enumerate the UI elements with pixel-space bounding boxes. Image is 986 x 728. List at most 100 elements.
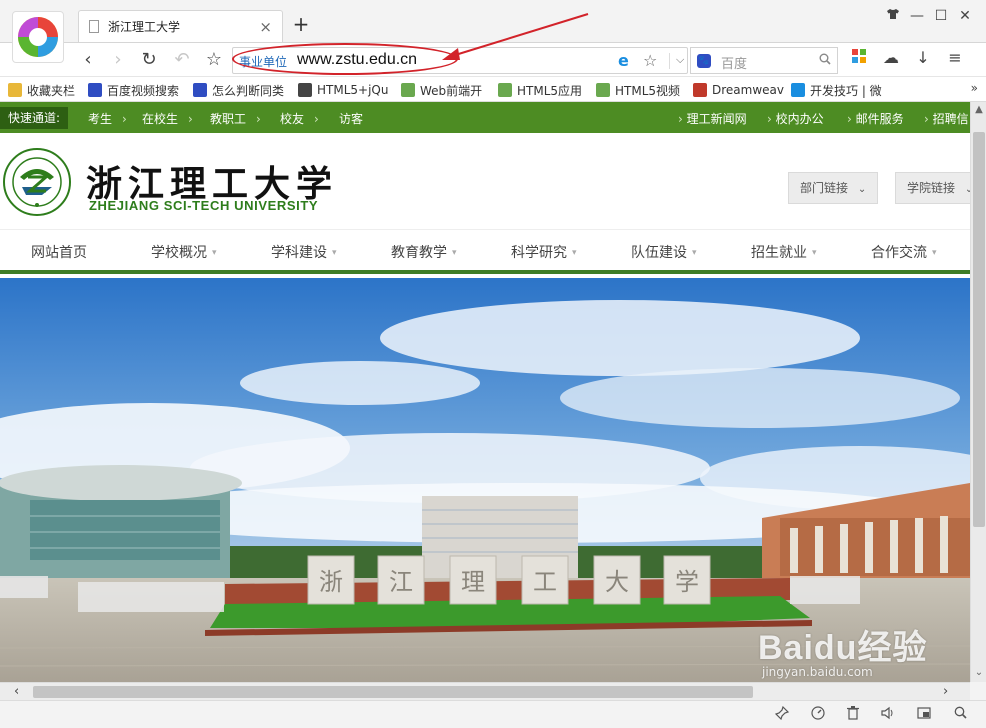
scroll-up-icon[interactable]: ▲ [971, 104, 986, 115]
close-window-button[interactable]: ✕ [954, 8, 976, 24]
zoom-icon[interactable] [950, 706, 970, 723]
speed-icon[interactable] [808, 706, 828, 724]
bookmark-item[interactable]: 收藏夹栏 [8, 81, 75, 99]
caret-down-icon: ▾ [932, 248, 937, 258]
quick-right-link[interactable]: › 招聘信 [924, 110, 969, 127]
horizontal-scroll-thumb[interactable] [33, 686, 753, 698]
stone-block: 江 [377, 555, 425, 605]
bookmark-item[interactable]: 百度视频搜索 [88, 81, 179, 99]
school-name-en[interactable]: ZHEJIANG SCI-TECH UNIVERSITY [89, 198, 318, 213]
quick-link[interactable]: 教职工 › [210, 110, 261, 127]
bookmark-item[interactable]: Web前端开 [401, 81, 482, 99]
tab-title: 浙江理工大学 [108, 20, 181, 34]
chevron-right-icon: › [924, 112, 933, 126]
ji-icon [401, 83, 415, 97]
ji-icon [498, 83, 512, 97]
bookmark-item[interactable]: HTML5+jQu [298, 81, 388, 99]
main-nav-item[interactable]: 学校概况 ▾ [151, 242, 217, 262]
vertical-scroll-thumb[interactable] [973, 132, 985, 527]
college-links-dropdown[interactable]: 学院链接 ⌄ [895, 172, 970, 204]
browser-tab[interactable]: 浙江理工大学 × [78, 10, 283, 42]
quick-link[interactable]: 访客 [339, 110, 363, 127]
bookmark-label: HTML5视频 [615, 83, 681, 98]
main-nav-item[interactable]: 科学研究 ▾ [511, 242, 577, 262]
bookmark-item[interactable]: 开发技巧 | 微 [791, 81, 882, 99]
51-icon [298, 83, 312, 97]
quick-link-label: 校友 [280, 112, 305, 126]
new-tab-button[interactable]: + [290, 12, 312, 36]
quick-right-link[interactable]: › 邮件服务 [847, 110, 904, 127]
bookmark-item[interactable]: Dreamweav [693, 81, 784, 99]
window-icon[interactable] [914, 706, 934, 724]
bookmark-label: HTML5应用 [517, 83, 583, 98]
cloud-icon[interactable]: ☁ [880, 48, 902, 67]
annotation-arrow [442, 13, 589, 60]
pin-icon[interactable] [772, 705, 792, 724]
web-page: 快速通道: 考生 › 在校生 › 教职工 › 校友 › 访客 › 理工新闻网 › 校内办公 › 邮件服… [0, 102, 970, 682]
bookmark-label: Dreamweav [712, 83, 784, 97]
ie-mode-icon[interactable]: e [618, 51, 629, 70]
favorite-button[interactable]: ☆ [202, 48, 226, 72]
search-input[interactable]: 百度 [721, 53, 747, 72]
main-nav-item[interactable]: 网站首页 [31, 242, 87, 262]
horizontal-scrollbar[interactable]: ‹ › [0, 682, 970, 700]
undo-close-button[interactable]: ↶ [170, 48, 194, 72]
main-nav-item[interactable]: 招生就业 ▾ [751, 242, 817, 262]
caret-down-icon: ▾ [452, 248, 457, 258]
search-box[interactable]: 🐾 百度 [690, 47, 838, 74]
college-links-label: 学院链接 [907, 181, 956, 195]
quick-link[interactable]: 校友 › [280, 110, 319, 127]
scroll-down-icon[interactable]: ⌄ [971, 667, 986, 678]
skin-icon[interactable] [882, 8, 904, 23]
maximize-button[interactable]: ☐ [930, 8, 952, 24]
quick-link[interactable]: 在校生 › [142, 110, 193, 127]
baidu-icon[interactable]: 🐾 [697, 54, 711, 68]
bookmark-label: Web前端开 [420, 83, 483, 98]
main-nav-item[interactable]: 教育教学 ▾ [391, 242, 457, 262]
bookmark-item[interactable]: HTML5应用 [498, 81, 582, 99]
browser-logo[interactable] [12, 11, 64, 63]
bookmark-item[interactable]: HTML5视频 [596, 81, 680, 99]
address-dropdown-icon[interactable]: ⌵ [669, 53, 684, 69]
bookmarks-more-icon[interactable]: » [971, 81, 978, 95]
download-icon[interactable]: ↓ [912, 48, 934, 67]
chevron-right-icon: › [188, 112, 193, 126]
page-icon [89, 20, 99, 33]
trash-icon[interactable] [843, 706, 863, 724]
chevron-right-icon: › [256, 112, 261, 126]
quick-right-link[interactable]: › 校内办公 [767, 110, 824, 127]
stone-char: 大 [605, 568, 629, 596]
chevron-down-icon: ⌄ [857, 184, 867, 195]
dept-links-dropdown[interactable]: 部门链接 ⌄ [788, 172, 879, 204]
quick-right-link[interactable]: › 理工新闻网 [678, 110, 747, 127]
bookmark-label: 怎么判断同类 [212, 83, 285, 98]
main-nav: 网站首页 学校概况 ▾ 学科建设 ▾ 教育教学 ▾ 科学研究 ▾ 队伍建设 ▾ 招生就业 ▾ 合作交流 ▾ [0, 229, 970, 274]
baidu-icon [193, 83, 207, 97]
main-nav-item[interactable]: 队伍建设 ▾ [631, 242, 697, 262]
scroll-right-icon[interactable]: › [943, 684, 948, 699]
apps-icon[interactable] [848, 48, 870, 67]
caret-down-icon: ▾ [332, 248, 337, 258]
stone-block: 理 [449, 555, 497, 605]
ji-icon [596, 83, 610, 97]
tab-close-icon[interactable]: × [259, 18, 272, 36]
volume-icon[interactable] [878, 706, 898, 724]
back-button[interactable]: ‹ [76, 48, 100, 72]
bookmark-item[interactable]: 怎么判断同类 [193, 81, 284, 99]
caret-down-icon: ▾ [692, 248, 697, 258]
bookmark-star-icon[interactable]: ☆ [643, 51, 657, 70]
search-icon[interactable] [819, 53, 831, 69]
vertical-scrollbar[interactable]: ▲ ⌄ [970, 102, 986, 682]
quick-link-label: 访客 [339, 112, 364, 126]
university-seal[interactable] [2, 147, 72, 217]
quick-link[interactable]: 考生 › [88, 110, 127, 127]
minimize-button[interactable]: — [906, 8, 928, 24]
baidu-icon [88, 83, 102, 97]
main-nav-item[interactable]: 学科建设 ▾ [271, 242, 337, 262]
forward-button[interactable]: › [106, 48, 130, 72]
reload-button[interactable]: ↻ [137, 48, 161, 72]
main-nav-item[interactable]: 合作交流 ▾ [871, 242, 937, 262]
scroll-left-icon[interactable]: ‹ [14, 684, 19, 699]
main-nav-label: 队伍建设 [631, 245, 687, 261]
menu-icon[interactable]: ≡ [944, 48, 966, 67]
